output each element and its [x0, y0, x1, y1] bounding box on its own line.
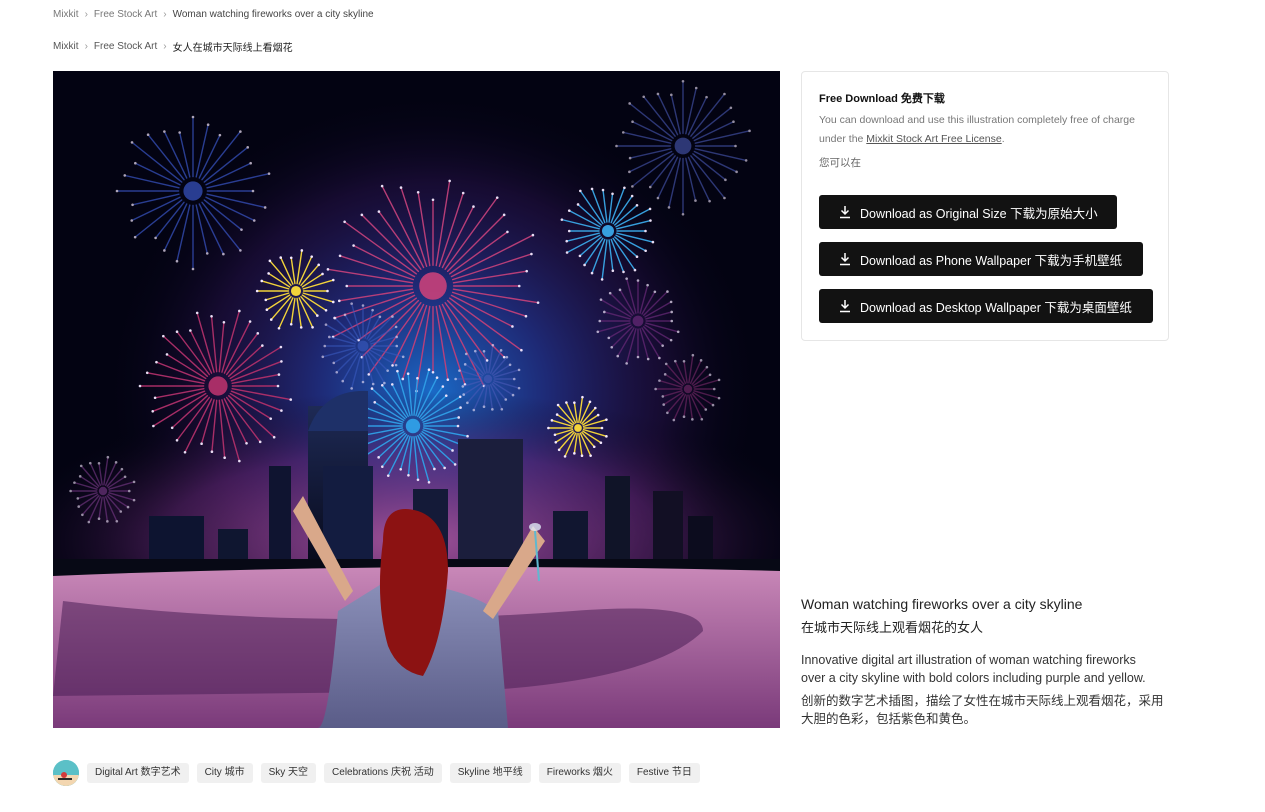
download-original-button[interactable]: Download as Original Size 下载为原始大小	[819, 195, 1117, 229]
chevron-right-icon: ›	[163, 41, 167, 52]
download-icon	[840, 206, 850, 219]
download-note: 您可以在	[819, 157, 861, 169]
tag[interactable]: Skyline 地平线	[449, 763, 531, 783]
download-card-title: Free Download 免费下载	[819, 93, 945, 105]
chevron-right-icon: ›	[84, 9, 88, 20]
breadcrumb-link-free-stock-art[interactable]: Free Stock Art	[94, 9, 157, 20]
tag[interactable]: Celebrations 庆祝 活动	[324, 763, 442, 783]
download-desktop-label: Download as Desktop Wallpaper 下载为桌面壁纸	[860, 300, 1132, 315]
breadcrumb-link-mixkit[interactable]: Mixkit	[53, 9, 79, 20]
avatar[interactable]	[53, 760, 79, 786]
artwork-description: Innovative digital art illustration of w…	[801, 653, 1146, 685]
download-card: Free Download 免费下载 You can download and …	[801, 71, 1169, 341]
artwork-title-cn: 在城市天际线上观看烟花的女人	[801, 620, 984, 635]
fireworks-illustration	[53, 71, 780, 728]
download-icon	[840, 253, 850, 266]
breadcrumb-current: 女人在城市天际线上看烟花	[172, 43, 293, 54]
breadcrumb-top: Mixkit › Free Stock Art › Woman watching…	[53, 9, 374, 20]
tag-list: Digital Art 数字艺术 City 城市 Sky 天空 Celebration…	[87, 763, 708, 783]
tag[interactable]: Festive 节日	[628, 763, 700, 783]
tag[interactable]: Fireworks 烟火	[538, 763, 621, 783]
download-icon	[840, 300, 850, 313]
artwork-info: Woman watching fireworks over a city sky…	[801, 595, 1171, 728]
artwork-image	[53, 71, 780, 728]
license-link[interactable]: Mixkit Stock Art Free License	[866, 133, 1001, 145]
artwork-description-cn: 创新的数字艺术插图，描绘了女性在城市天际线上观看烟花，采用大胆的色彩，包括紫色和…	[801, 694, 1164, 726]
tags-row: Digital Art 数字艺术 City 城市 Sky 天空 Celebration…	[53, 760, 708, 786]
download-phone-label: Download as Phone Wallpaper 下载为手机壁纸	[860, 253, 1123, 268]
avatar-illustration	[53, 760, 79, 786]
chevron-right-icon: ›	[84, 41, 88, 52]
breadcrumb-link-mixkit[interactable]: Mixkit	[53, 41, 79, 52]
download-original-label: Download as Original Size 下载为原始大小	[860, 206, 1098, 221]
breadcrumb-current: Woman watching fireworks over a city sky…	[172, 9, 374, 20]
breadcrumb-link-free-stock-art[interactable]: Free Stock Art	[94, 41, 157, 52]
tag[interactable]: Digital Art 数字艺术	[87, 763, 189, 783]
download-card-description: You can download and use this illustrati…	[819, 111, 1144, 149]
description-suffix: .	[1001, 133, 1005, 145]
download-phone-button[interactable]: Download as Phone Wallpaper 下载为手机壁纸	[819, 242, 1143, 276]
chevron-right-icon: ›	[163, 9, 167, 20]
tag[interactable]: Sky 天空	[260, 763, 317, 783]
artwork-title: Woman watching fireworks over a city sky…	[801, 596, 1083, 612]
breadcrumb: Mixkit › Free Stock Art › 女人在城市天际线上看烟花	[53, 39, 293, 54]
tag[interactable]: City 城市	[196, 763, 253, 783]
download-desktop-button[interactable]: Download as Desktop Wallpaper 下载为桌面壁纸	[819, 289, 1153, 323]
